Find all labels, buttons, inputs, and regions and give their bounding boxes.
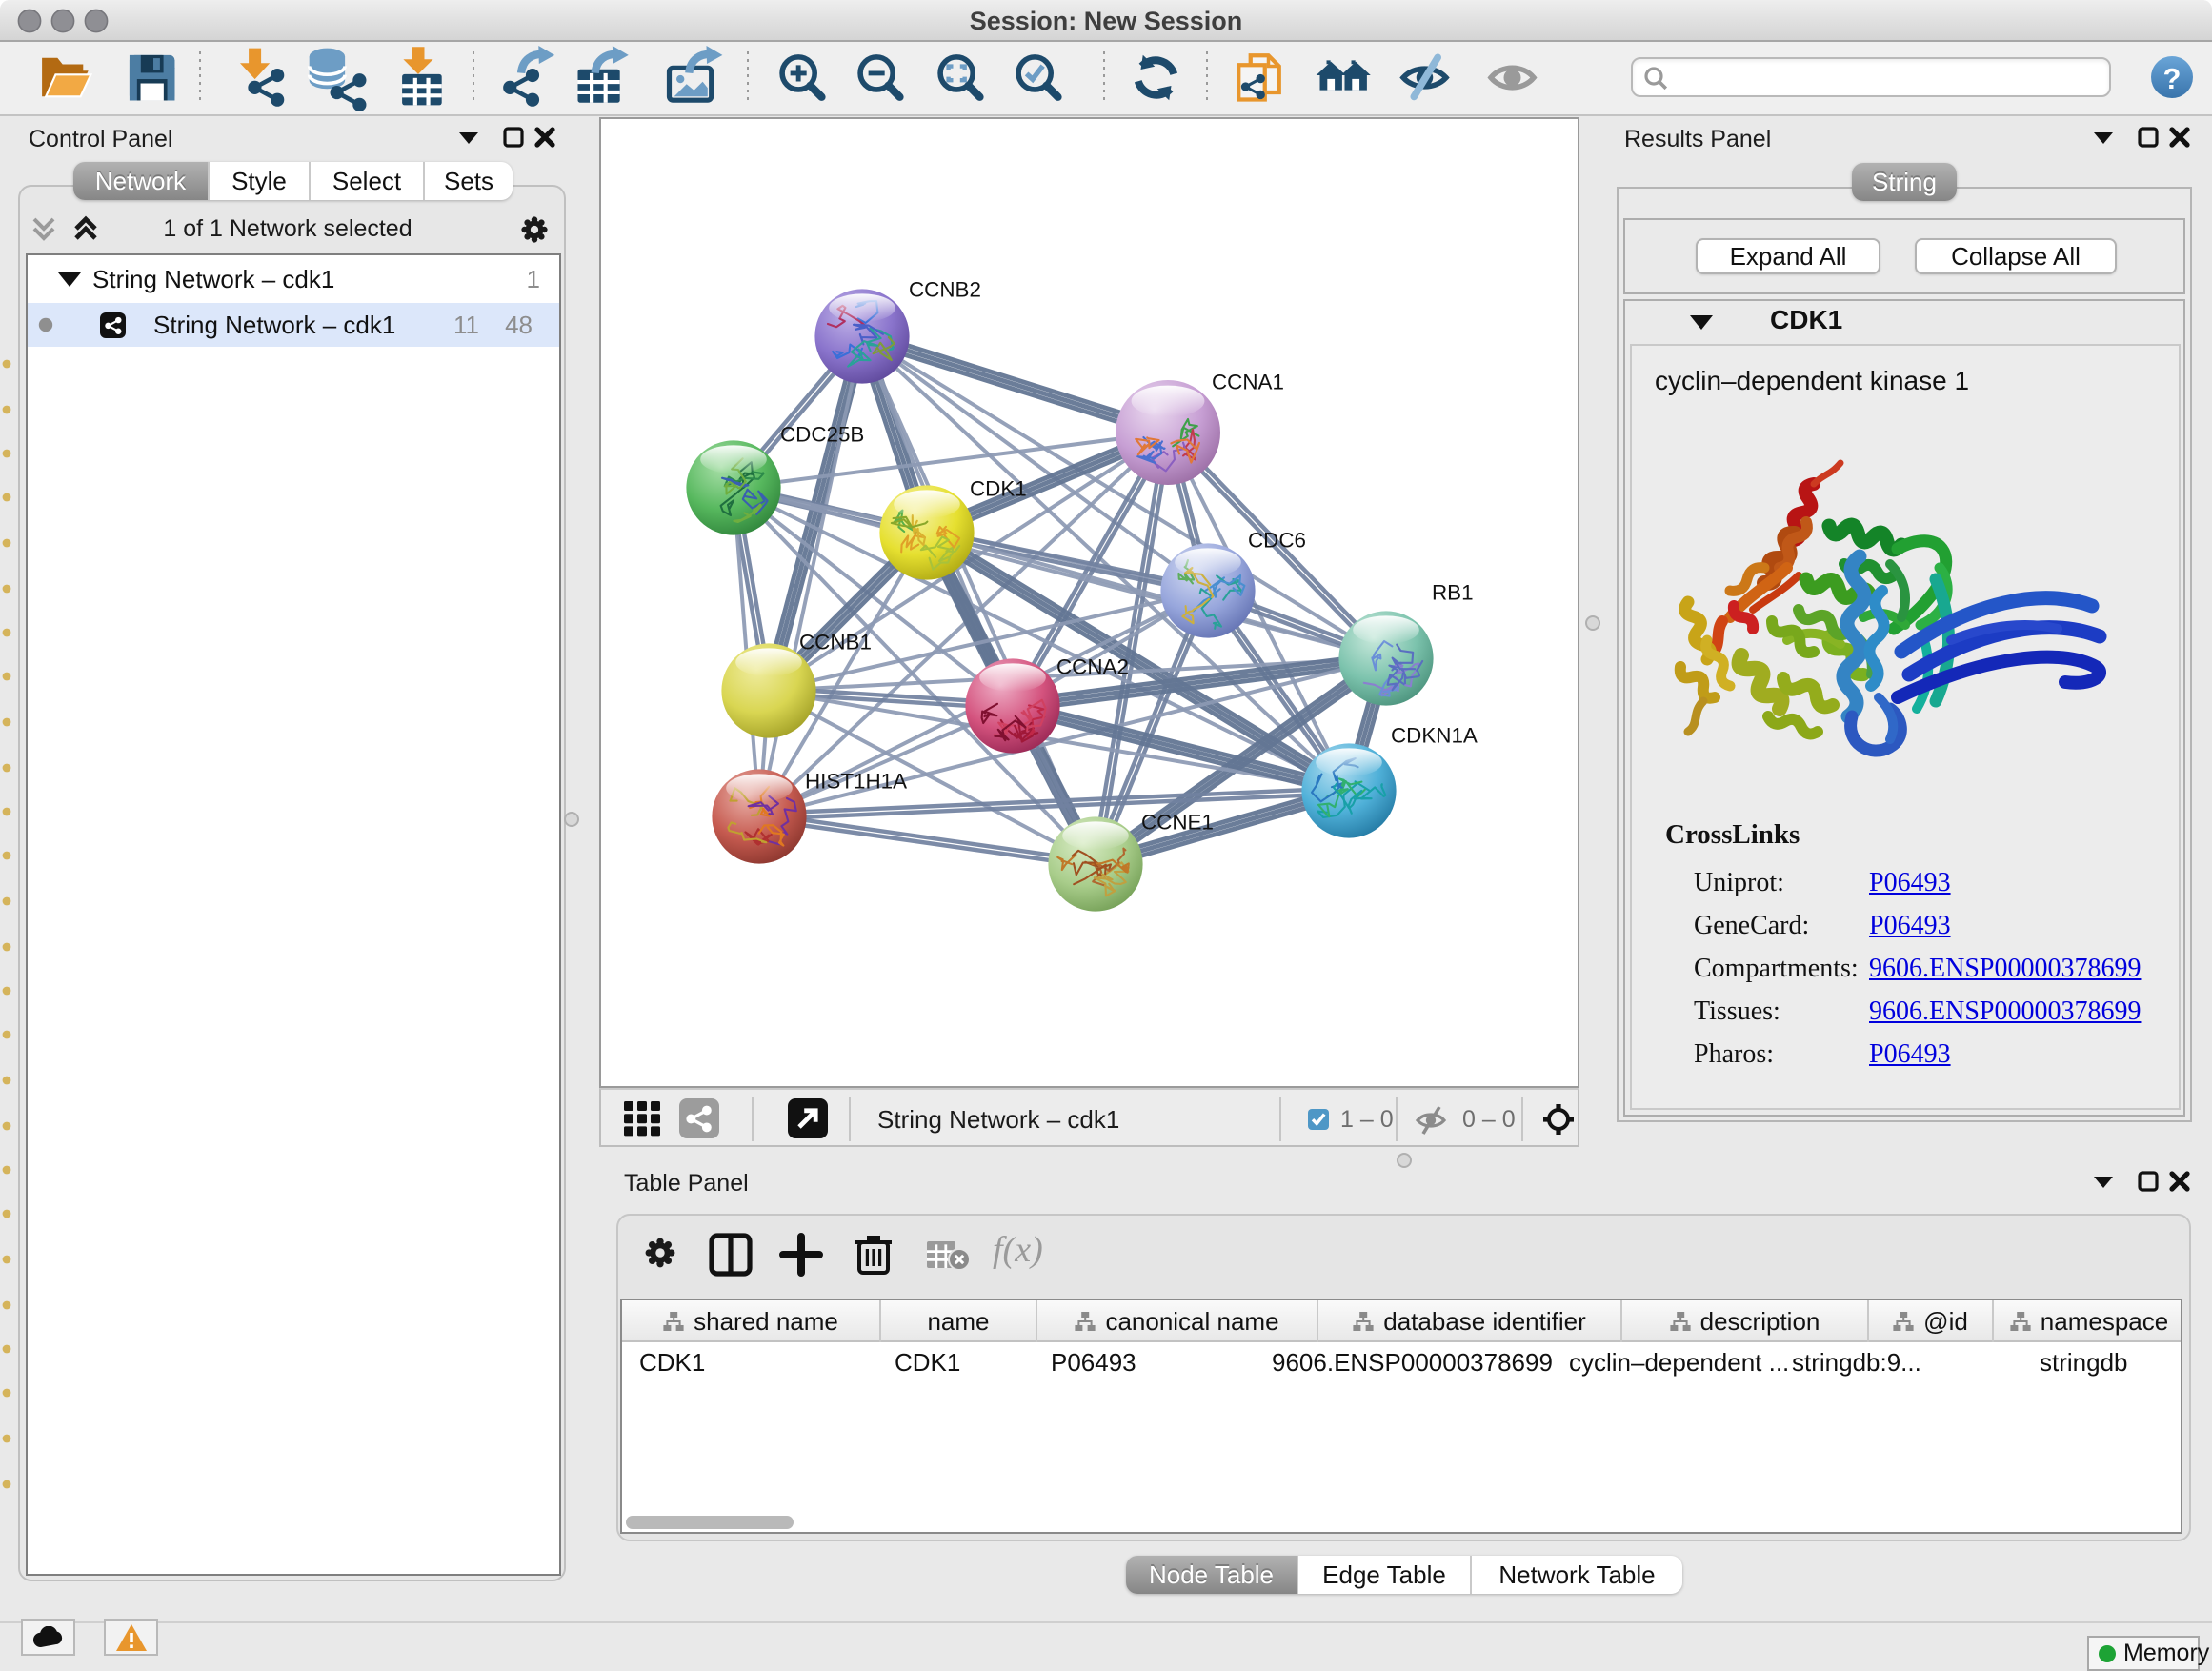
svg-text:?: ? (2163, 62, 2182, 95)
svg-text:CDK1: CDK1 (970, 477, 1027, 501)
svg-text:CDKN1A: CDKN1A (1391, 724, 1478, 748)
svg-text:RB1: RB1 (1432, 581, 1474, 605)
svg-text:CCNE1: CCNE1 (1141, 811, 1214, 835)
svg-text:CCNB1: CCNB1 (799, 631, 872, 654)
svg-text:CCNA2: CCNA2 (1056, 655, 1129, 679)
svg-text:HIST1H1A: HIST1H1A (805, 770, 907, 794)
svg-text:CCNA1: CCNA1 (1212, 371, 1284, 394)
svg-text:CDC6: CDC6 (1248, 529, 1306, 553)
svg-text:CCNB2: CCNB2 (909, 278, 981, 302)
svg-text:CDC25B: CDC25B (780, 423, 864, 447)
